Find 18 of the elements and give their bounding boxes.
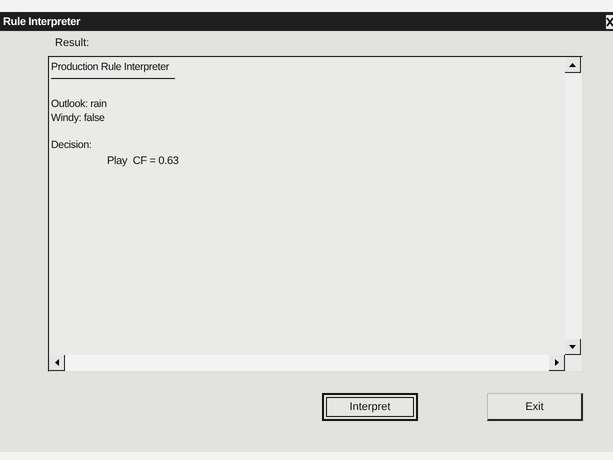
- left-arrow-icon: [54, 359, 58, 366]
- decision-text: Play CF = 0.63: [107, 155, 179, 169]
- exit-button[interactable]: Exit: [487, 393, 583, 421]
- up-arrow-icon: [569, 62, 576, 66]
- window-title: Rule Interpreter: [3, 16, 80, 28]
- scroll-up-button[interactable]: [565, 57, 581, 73]
- right-arrow-icon: [554, 359, 558, 366]
- result-heading: Production Rule Interpreter: [51, 61, 175, 79]
- result-label: Result:: [55, 37, 90, 51]
- scroll-down-button[interactable]: [565, 339, 581, 355]
- close-icon[interactable]: [606, 14, 613, 28]
- down-arrow-icon: [569, 344, 576, 348]
- fact-line: Windy: false: [51, 112, 105, 126]
- fact-line: Outlook: rain: [51, 98, 107, 112]
- scroll-left-button[interactable]: [49, 355, 65, 371]
- decision-label: Decision:: [51, 139, 92, 153]
- scroll-right-button[interactable]: [549, 355, 565, 371]
- interpret-button[interactable]: Interpret: [322, 393, 418, 421]
